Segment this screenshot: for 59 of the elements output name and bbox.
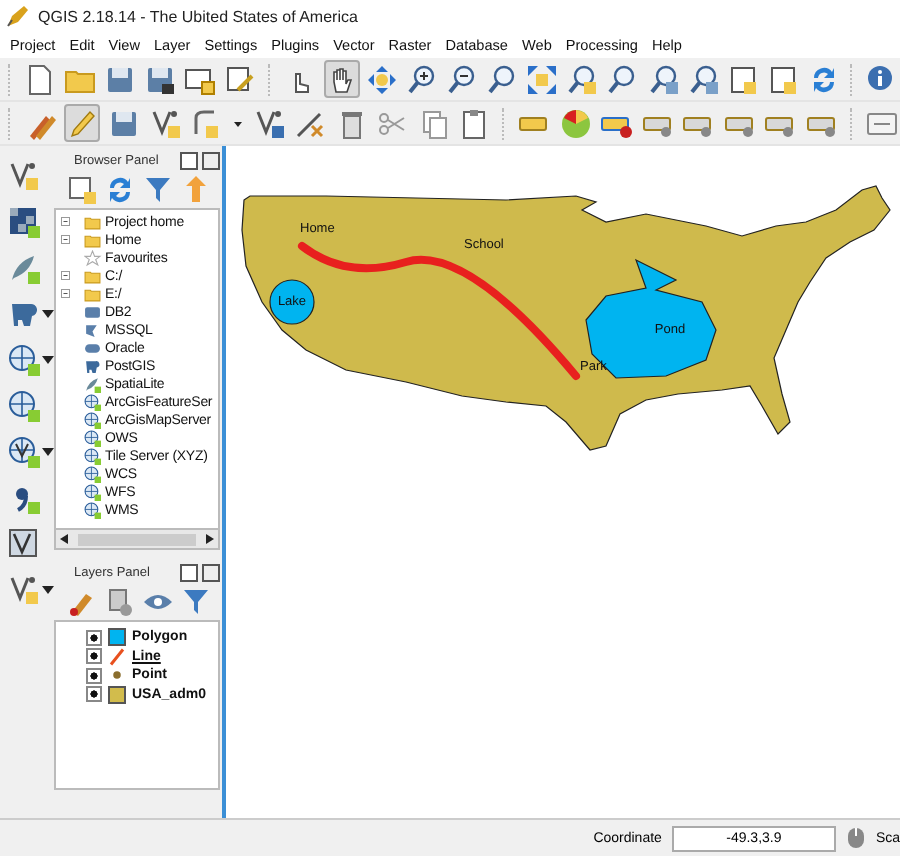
close-button[interactable]: [202, 564, 220, 582]
mouse-icon[interactable]: [845, 826, 866, 850]
add-wfs-icon[interactable]: [8, 435, 40, 467]
zoom-next-icon[interactable]: [687, 63, 720, 95]
globe-icon[interactable]: [84, 466, 101, 484]
globe-icon[interactable]: [8, 389, 40, 421]
star-icon[interactable]: [84, 250, 101, 268]
zoom-actual-icon[interactable]: [486, 63, 519, 95]
float-button[interactable]: [180, 152, 198, 170]
csv-icon[interactable]: [866, 107, 899, 139]
add-vector-icon[interactable]: [8, 159, 40, 191]
lake-polygon: [269, 279, 315, 325]
add-selected-icon[interactable]: [66, 174, 98, 206]
zoom-layer-icon[interactable]: [566, 63, 599, 95]
add-raster-icon[interactable]: [8, 205, 40, 237]
pond-polygon: [585, 258, 717, 379]
pan-arrows-icon[interactable]: [366, 63, 399, 95]
copy-icon[interactable]: [417, 107, 450, 139]
add-feature-icon[interactable]: [149, 107, 182, 139]
pencil-icon[interactable]: [66, 107, 99, 139]
zoom-last-icon[interactable]: [647, 63, 679, 95]
zoom-full-icon[interactable]: [526, 63, 559, 95]
globe-icon[interactable]: [84, 502, 101, 520]
zoom-selection-icon[interactable]: [606, 63, 639, 95]
node-tool-icon[interactable]: [190, 107, 223, 139]
globe-icon[interactable]: [84, 394, 101, 412]
horizontal-scrollbar[interactable]: [54, 530, 220, 550]
refresh-icon[interactable]: [104, 174, 136, 206]
zoom-in-icon[interactable]: [406, 63, 439, 95]
save-as-icon[interactable]: [144, 63, 177, 95]
add-group-icon[interactable]: [104, 586, 136, 618]
new-layer-icon[interactable]: [8, 573, 40, 605]
close-button[interactable]: [202, 152, 220, 170]
paste-icon[interactable]: [458, 107, 491, 139]
move-feature-icon[interactable]: [253, 107, 286, 139]
new-page-icon[interactable]: [24, 63, 57, 95]
globe-icon[interactable]: [84, 430, 101, 448]
layer-checkbox[interactable]: [86, 629, 102, 646]
pencil-logo-icon: [6, 4, 30, 28]
layer-checkbox[interactable]: [86, 648, 102, 665]
caret-icon[interactable]: [42, 447, 54, 455]
pie-chart-icon[interactable]: [559, 107, 592, 139]
globe-icon[interactable]: [84, 448, 101, 466]
add-spatialite-icon[interactable]: [8, 251, 40, 283]
save-edits-icon[interactable]: [108, 107, 141, 139]
caret-icon[interactable]: [42, 585, 54, 593]
globe-icon[interactable]: [84, 484, 101, 502]
print-layout-icon[interactable]: [184, 63, 217, 95]
window-title: QGIS 2.18.14 - The Ubited States of America: [38, 7, 358, 25]
layer-checkbox[interactable]: [86, 667, 102, 684]
globe-icon[interactable]: [84, 412, 101, 430]
document-pencil-icon[interactable]: [224, 63, 257, 95]
caret-icon[interactable]: [42, 309, 54, 317]
zoom-out-icon[interactable]: [446, 63, 479, 95]
add-layer-icon[interactable]: [8, 527, 40, 559]
float-button[interactable]: [180, 564, 198, 582]
add-wms-icon[interactable]: [8, 343, 40, 375]
layer-checkbox[interactable]: [86, 686, 102, 703]
caret-icon[interactable]: [42, 355, 54, 363]
